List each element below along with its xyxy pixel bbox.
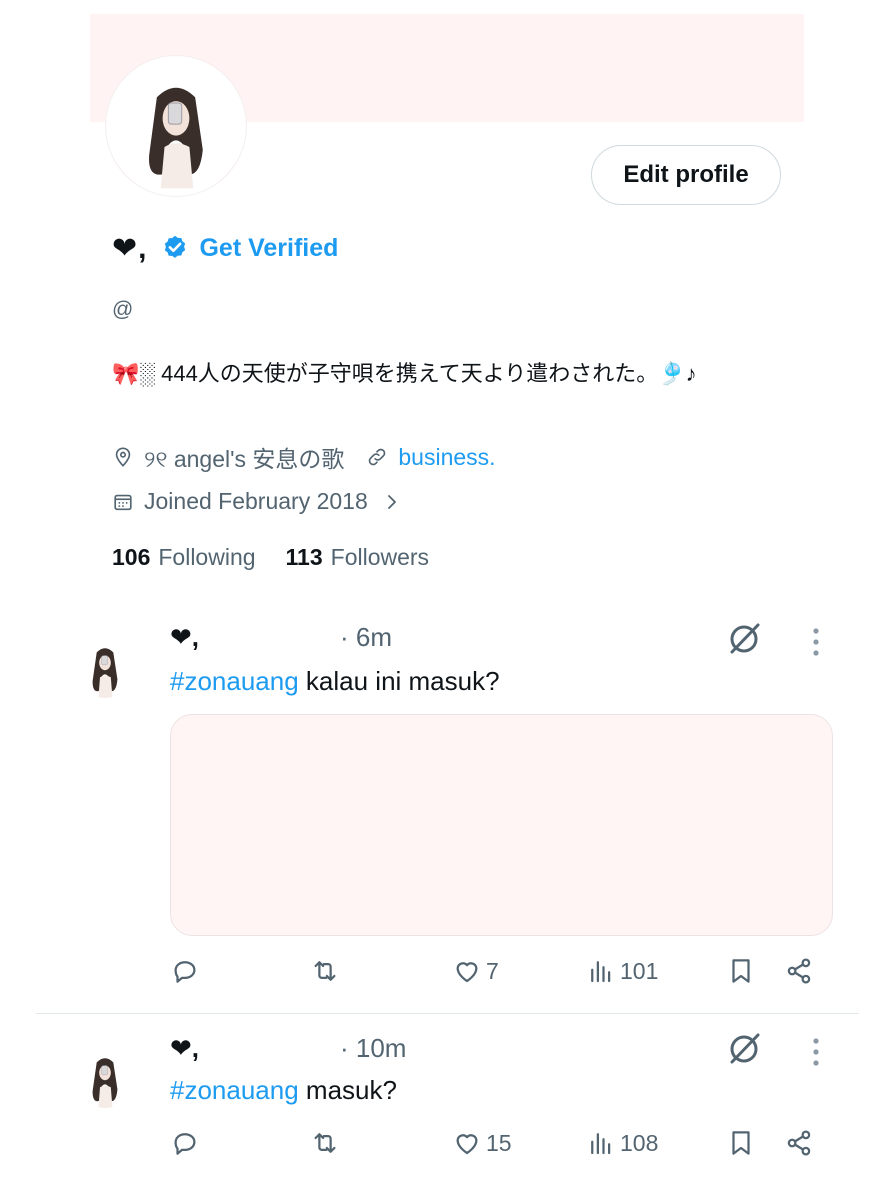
reply-button[interactable]	[170, 1128, 200, 1158]
bookmark-icon	[732, 1131, 750, 1155]
profile-joined-row[interactable]: Joined February 2018	[112, 488, 410, 515]
profile-bio: 🎀░ 444人の天使が子守唄を携えて天より遣わされた。🎐♪	[112, 361, 697, 386]
view-count: 108	[620, 1129, 659, 1156]
profile-joined-date: Joined February 2018	[144, 488, 368, 514]
views-button[interactable]: 101	[586, 956, 658, 986]
share-button[interactable]	[784, 1128, 814, 1158]
more-icon[interactable]	[806, 1036, 826, 1068]
grok-icon[interactable]	[724, 1028, 764, 1068]
tweet-actions: 15 108	[170, 1128, 830, 1168]
calendar-icon	[114, 494, 132, 510]
retweet-icon	[314, 1133, 336, 1153]
location-icon	[115, 447, 131, 467]
more-icon[interactable]	[806, 626, 826, 658]
retweet-icon	[314, 961, 336, 981]
share-icon	[787, 958, 811, 984]
followers-label: Followers	[330, 544, 430, 570]
tweet-media[interactable]	[170, 714, 833, 936]
tweet-timestamp[interactable]: · 6m	[340, 622, 392, 653]
like-button[interactable]: 15	[452, 1128, 512, 1158]
like-count: 15	[486, 1129, 512, 1156]
views-icon	[591, 1133, 611, 1155]
profile-website-link[interactable]: business.	[398, 444, 495, 471]
following-label: Following	[158, 544, 256, 570]
like-icon	[456, 962, 478, 983]
avatar-image	[76, 1050, 134, 1108]
tweet-author-name[interactable]: ❤,	[170, 1033, 340, 1064]
bookmark-icon	[732, 959, 750, 983]
follow-stats: 106 Following 113 Followers	[112, 544, 459, 571]
tweet-author-avatar[interactable]	[76, 1050, 134, 1108]
following-link[interactable]: 106 Following	[112, 544, 256, 571]
reply-icon	[174, 1133, 196, 1155]
edit-profile-button[interactable]: Edit profile	[591, 145, 781, 205]
grok-icon[interactable]	[724, 618, 764, 658]
retweet-button[interactable]	[310, 956, 340, 986]
views-button[interactable]: 108	[586, 1128, 658, 1158]
like-button[interactable]: 7	[452, 956, 499, 986]
bookmark-button[interactable]	[726, 956, 756, 986]
bookmark-button[interactable]	[726, 1128, 756, 1158]
profile-name-row: ❤, Get Verified	[112, 228, 338, 268]
share-icon	[787, 1130, 811, 1156]
display-name: ❤,	[112, 231, 148, 265]
tweet-actions: 7 101	[170, 956, 830, 996]
view-count: 101	[620, 957, 659, 984]
tweet-timestamp[interactable]: · 10m	[340, 1033, 406, 1064]
share-button[interactable]	[784, 956, 814, 986]
like-icon	[456, 1134, 478, 1155]
tweet-text: #zonauang kalau ini masuk?	[170, 666, 500, 697]
reply-icon	[174, 961, 196, 983]
chevron-right-icon	[387, 494, 396, 509]
avatar-image	[109, 59, 243, 193]
tweet-body: kalau ini masuk?	[298, 666, 500, 696]
like-count: 7	[486, 957, 499, 984]
tweet-author-avatar[interactable]	[76, 640, 134, 698]
tweet-divider	[36, 1013, 859, 1014]
tweet-hashtag[interactable]: #zonauang	[170, 1075, 299, 1105]
verified-badge-icon[interactable]	[161, 234, 189, 262]
avatar-image	[76, 640, 134, 698]
reply-button[interactable]	[170, 956, 200, 986]
tweet-hashtag[interactable]: #zonauang	[170, 666, 299, 696]
views-icon	[591, 961, 611, 983]
tweet-text: #zonauang masuk?	[170, 1075, 397, 1106]
following-count: 106	[112, 544, 151, 570]
followers-count: 113	[285, 544, 323, 570]
tweet-header: ❤, · 10m	[170, 1033, 406, 1064]
link-icon	[369, 448, 386, 466]
profile-meta-location-row: ୨୧ angel's 安息の歌 business.	[112, 440, 496, 474]
get-verified-link[interactable]: Get Verified	[199, 234, 338, 263]
tweet-header: ❤, · 6m	[170, 622, 392, 653]
profile-handle: @	[112, 298, 134, 321]
tweet-author-name[interactable]: ❤,	[170, 622, 340, 653]
tweet-body: masuk?	[298, 1075, 397, 1105]
followers-link[interactable]: 113 Followers	[286, 544, 430, 571]
profile-avatar[interactable]	[106, 56, 246, 196]
profile-location: ୨୧ angel's 安息の歌	[144, 446, 345, 472]
retweet-button[interactable]	[310, 1128, 340, 1158]
